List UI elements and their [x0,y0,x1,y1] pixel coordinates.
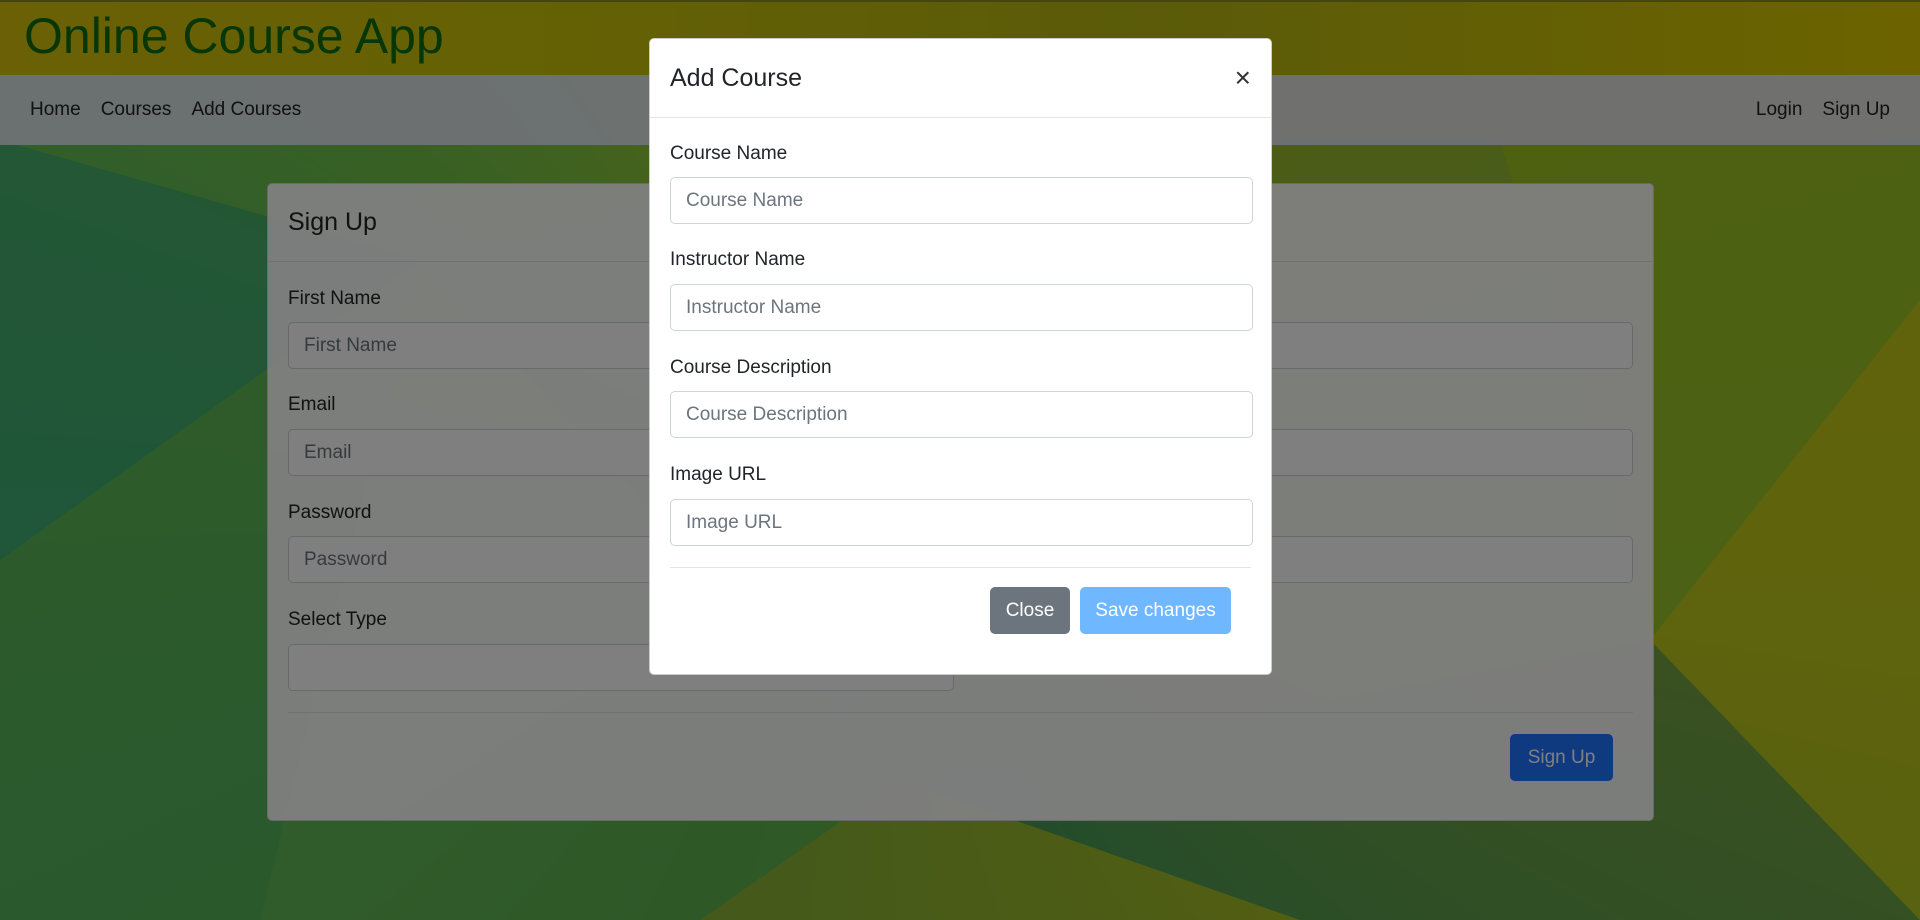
modal-footer-divider [670,567,1251,568]
course-description-input[interactable]: Course Description [670,391,1253,438]
save-changes-button[interactable]: Save changes [1080,587,1231,634]
modal-title: Add Course [670,63,803,92]
course-name-input[interactable]: Course Name [670,177,1253,224]
instructor-name-input[interactable]: Instructor Name [670,284,1253,331]
course-name-label: Course Name [670,143,788,164]
image-url-input[interactable]: Image URL [670,499,1253,546]
close-button[interactable]: Close [990,587,1070,634]
instructor-name-label: Instructor Name [670,249,806,270]
course-description-label: Course Description [670,357,832,378]
modal-header: Add Course × [650,39,1271,118]
add-course-modal: Add Course × Course Name Course Name Ins… [649,38,1272,675]
close-icon[interactable]: × [1235,64,1251,92]
image-url-label: Image URL [670,464,767,485]
